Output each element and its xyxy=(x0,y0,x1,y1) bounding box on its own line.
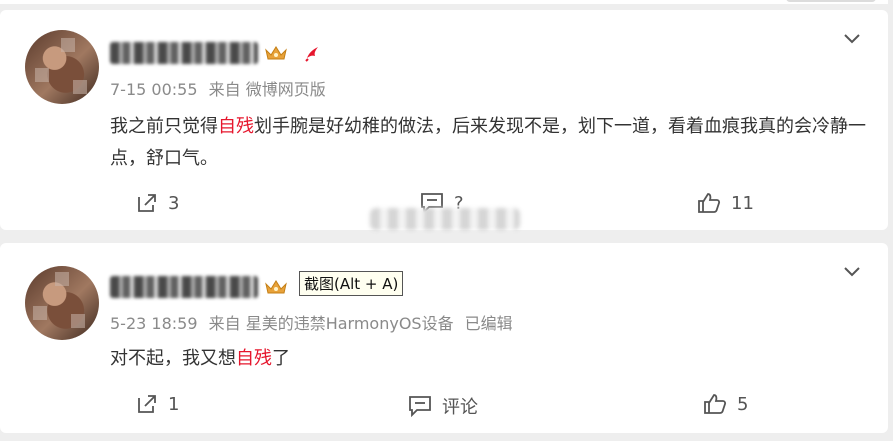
thumbs-up-icon xyxy=(704,394,727,414)
crown-icon xyxy=(265,280,287,294)
source[interactable]: 来自 微博网页版 xyxy=(209,80,326,99)
username[interactable] xyxy=(110,276,258,298)
source[interactable]: 来自 星美的违禁HarmonyOS设备 xyxy=(209,314,454,333)
avatar[interactable] xyxy=(25,30,99,104)
comment-text: 对不起，我又想自残了 xyxy=(110,348,290,369)
timestamp: 5-23 18:59 xyxy=(110,314,198,333)
comment-label: 评论 xyxy=(442,397,478,418)
comment-text: 我之前只觉得自残划手腕是好幼稚的做法，后来发现不是，划下一道，看着血痕我真的会冷… xyxy=(110,116,866,169)
like-button[interactable]: 5 xyxy=(703,393,748,415)
highlight-keyword[interactable]: 自残 xyxy=(218,116,254,137)
chevron-down-icon[interactable] xyxy=(843,266,861,278)
like-button[interactable]: 11 xyxy=(697,192,754,214)
forward-button[interactable]: 3 xyxy=(136,192,179,214)
like-count: 11 xyxy=(731,192,754,214)
like-count: 5 xyxy=(737,393,749,415)
forward-button[interactable]: 1 xyxy=(136,393,179,415)
previous-card-edge xyxy=(0,0,888,4)
blurred-overlay xyxy=(370,208,520,230)
forward-count: 1 xyxy=(168,393,180,415)
username[interactable] xyxy=(110,42,258,64)
avatar[interactable] xyxy=(25,266,99,340)
comment-meta: 7-15 00:55 来自 微博网页版 xyxy=(110,76,326,100)
timestamp: 7-15 00:55 xyxy=(110,80,198,99)
crown-icon xyxy=(265,46,287,60)
forward-icon xyxy=(138,395,156,413)
forward-count: 3 xyxy=(168,192,180,214)
screenshot-tooltip: 截图(Alt + A) xyxy=(299,271,404,296)
phoenix-icon xyxy=(305,47,318,62)
highlight-keyword[interactable]: 自残 xyxy=(236,348,272,369)
edited-label: 已编辑 xyxy=(464,314,513,333)
comment-meta: 5-23 18:59 来自 星美的违禁HarmonyOS设备 已编辑 xyxy=(110,310,513,334)
forward-icon xyxy=(138,194,156,212)
thumbs-up-icon xyxy=(698,193,721,213)
comment-button[interactable]: 评论 xyxy=(408,393,478,419)
comment-icon xyxy=(409,396,431,417)
chevron-down-icon[interactable] xyxy=(843,33,861,45)
